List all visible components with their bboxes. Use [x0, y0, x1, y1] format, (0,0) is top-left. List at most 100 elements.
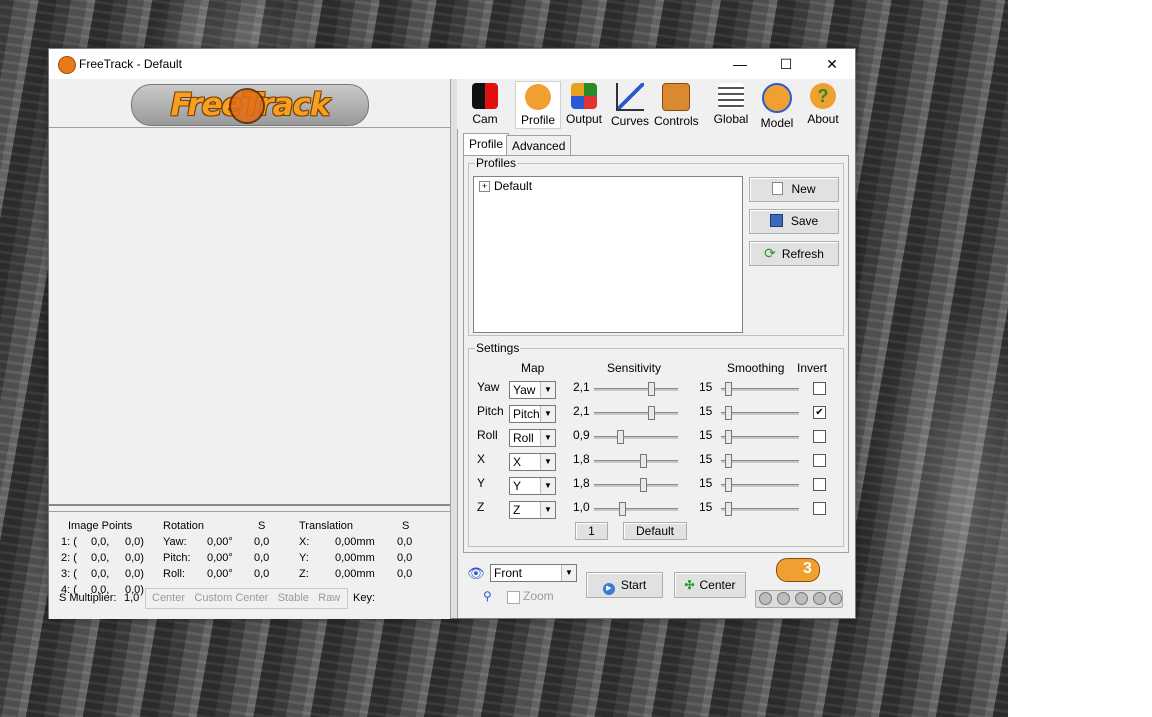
freetrack-window: FreeTrack - Default — ☐ ✕ FreeTrack Imag…	[48, 48, 856, 619]
x-value: 0,00mm	[335, 536, 375, 548]
new-profile-button[interactable]: New	[749, 177, 839, 202]
slider-thumb[interactable]	[640, 454, 647, 468]
save-profile-button[interactable]: Save	[749, 209, 839, 234]
curves-label: Curves	[610, 114, 649, 128]
smoothing-slider[interactable]	[721, 381, 799, 397]
about-tool-button[interactable]: ? About	[801, 81, 845, 127]
point-3-x: 0,0,	[91, 568, 110, 580]
slider-thumb[interactable]	[640, 478, 647, 492]
smoothing-slider[interactable]	[721, 405, 799, 421]
output-icon	[571, 83, 597, 109]
new-document-icon	[772, 182, 784, 195]
close-button[interactable]: ✕	[809, 49, 855, 79]
smoothing-slider[interactable]	[721, 429, 799, 445]
y-s-value: 0,0	[397, 552, 413, 564]
slider-thumb[interactable]	[648, 382, 655, 396]
sensitivity-value: 2,1	[573, 404, 590, 418]
translation-s-header: S	[402, 520, 410, 532]
yaw-value: 0,00°	[207, 536, 233, 548]
pitch-value: 0,00°	[207, 552, 233, 564]
slider-track	[721, 436, 799, 439]
slider-track	[594, 508, 678, 511]
map-select[interactable]: Roll ▼	[509, 429, 556, 447]
sensitivity-slider[interactable]	[594, 429, 678, 445]
sensitivity-slider[interactable]	[594, 477, 678, 493]
slider-track	[594, 436, 678, 439]
about-label: About	[807, 112, 839, 126]
center-button-label: Center	[699, 578, 736, 592]
smoothing-slider[interactable]	[721, 477, 799, 493]
slider-thumb[interactable]	[619, 502, 626, 516]
invert-checkbox[interactable]	[813, 478, 826, 491]
page-1-button[interactable]: 1	[575, 522, 608, 540]
invert-checkbox[interactable]	[813, 382, 826, 395]
invert-checkbox[interactable]	[813, 502, 826, 515]
roll-value: 0,00°	[207, 568, 233, 580]
minimize-button[interactable]: —	[717, 49, 763, 79]
map-select[interactable]: Y ▼	[509, 477, 556, 495]
axis-label: Y	[477, 476, 486, 490]
zoom-checkbox[interactable]	[507, 591, 520, 604]
tab-profile[interactable]: Profile	[463, 133, 510, 156]
freetrack-version-badge: 3	[776, 558, 820, 582]
refresh-profile-button[interactable]: ⟳ Refresh	[749, 241, 839, 266]
default-settings-button[interactable]: Default	[623, 522, 687, 540]
tab-advanced[interactable]: Advanced	[506, 135, 572, 156]
slider-thumb[interactable]	[617, 430, 624, 444]
curves-tool-button[interactable]: Curves	[608, 81, 652, 128]
smoothing-slider[interactable]	[721, 453, 799, 469]
map-select-value: Pitch	[513, 407, 540, 421]
tree-expand-icon[interactable]: +	[479, 181, 490, 192]
zoom-magnifier-icon: ⚲	[483, 589, 492, 603]
maximize-button[interactable]: ☐	[763, 49, 809, 79]
controls-tool-button[interactable]: Controls	[654, 81, 699, 128]
global-label: Global	[713, 112, 749, 126]
map-select[interactable]: Pitch ▼	[509, 405, 556, 423]
slider-track	[721, 484, 799, 487]
chevron-down-icon: ▼	[561, 565, 576, 581]
camera-video-area	[49, 128, 450, 506]
tree-item-default[interactable]: Default	[494, 179, 532, 193]
controls-label: Controls	[654, 114, 699, 128]
view-select[interactable]: Front ▼	[490, 564, 577, 582]
map-select[interactable]: Z ▼	[509, 501, 556, 519]
chevron-down-icon: ▼	[540, 430, 555, 446]
global-tool-button[interactable]: Global	[709, 81, 753, 127]
slider-thumb[interactable]	[725, 478, 732, 492]
s-multiplier-label: S Multiplier:	[59, 592, 117, 604]
smoothing-value: 15	[699, 500, 713, 514]
image-points-header: Image Points	[68, 520, 133, 532]
slider-thumb[interactable]	[648, 406, 655, 420]
slider-thumb[interactable]	[725, 382, 732, 396]
invert-checkbox[interactable]	[813, 430, 826, 443]
sensitivity-slider[interactable]	[594, 381, 678, 397]
sensitivity-slider[interactable]	[594, 501, 678, 517]
profiles-tree[interactable]: + Default	[473, 176, 743, 333]
output-tool-button[interactable]: Output	[562, 81, 606, 127]
profile-tool-button[interactable]: Profile	[515, 81, 561, 129]
led-indicator-3	[795, 592, 808, 605]
model-tool-button[interactable]: Model	[755, 81, 799, 130]
point-1-y: 0,0)	[125, 536, 144, 548]
smoothing-value: 15	[699, 380, 713, 394]
invert-checkbox[interactable]: ✔	[813, 406, 826, 419]
title-bar[interactable]: FreeTrack - Default — ☐ ✕	[49, 49, 855, 79]
invert-checkbox[interactable]	[813, 454, 826, 467]
sensitivity-slider[interactable]	[594, 453, 678, 469]
cam-tool-button[interactable]: Cam	[463, 81, 507, 127]
slider-thumb[interactable]	[725, 430, 732, 444]
center-button[interactable]: ✣ Center	[674, 572, 746, 598]
x-s-value: 0,0	[397, 536, 413, 548]
map-select-value: Yaw	[513, 383, 536, 397]
map-select[interactable]: X ▼	[509, 453, 556, 471]
output-label: Output	[565, 112, 603, 126]
slider-thumb[interactable]	[725, 406, 732, 420]
profile-panel: Profiles + Default New Save ⟳ Refresh Set…	[463, 155, 849, 553]
start-button[interactable]: ▶ Start	[586, 572, 663, 598]
slider-thumb[interactable]	[725, 502, 732, 516]
map-select[interactable]: Yaw ▼	[509, 381, 556, 399]
smoothing-slider[interactable]	[721, 501, 799, 517]
slider-thumb[interactable]	[725, 454, 732, 468]
sensitivity-slider[interactable]	[594, 405, 678, 421]
slider-track	[594, 460, 678, 463]
